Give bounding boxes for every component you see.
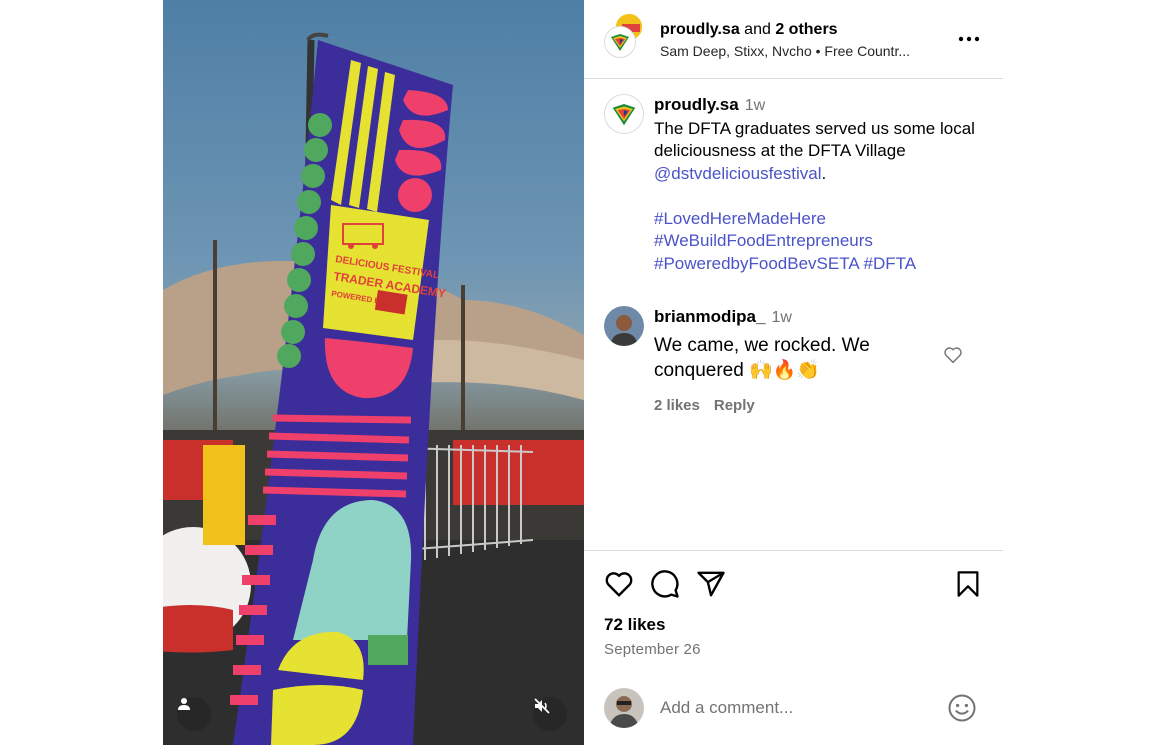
heart-icon — [605, 572, 633, 597]
emoji-button[interactable] — [947, 693, 977, 723]
muted-speaker-icon — [534, 698, 550, 714]
hashtag-link[interactable]: #DFTA — [863, 254, 916, 273]
current-user-avatar — [604, 688, 644, 728]
caption-hashtags: #LovedHereMadeHere #WeBuildFoodEntrepren… — [654, 208, 983, 276]
caption: proudly.sa 1w The DFTA graduates served u… — [604, 94, 983, 275]
comment-item: brianmodipa_ 1w We came, we rocked. We co… — [604, 306, 983, 417]
comment-text: We came, we rocked. We conquered 🙌🔥👏 — [654, 334, 870, 381]
caption-time: 1w — [744, 97, 766, 114]
hashtag-link[interactable]: #PoweredbyFoodBevSETA — [654, 254, 859, 273]
proudly-sa-logo-icon — [612, 104, 636, 126]
comment-button[interactable] — [650, 569, 680, 599]
proudly-sa-avatar — [604, 26, 636, 58]
tagged-users-button[interactable] — [177, 697, 211, 731]
user-icon — [178, 698, 190, 710]
mute-button[interactable] — [533, 697, 567, 731]
share-button[interactable] — [696, 570, 726, 598]
paper-plane-icon — [697, 571, 725, 597]
more-dots-icon — [958, 36, 980, 42]
caption-mention-link[interactable]: @dstvdeliciousfestival — [654, 164, 822, 183]
hashtag-link[interactable]: #WeBuildFoodEntrepreneurs — [654, 231, 873, 250]
collab-avatars[interactable] — [604, 12, 646, 60]
post-date[interactable]: September 26 — [604, 641, 983, 658]
like-comment-button[interactable] — [943, 346, 963, 369]
proudly-sa-logo-icon — [611, 34, 629, 51]
festival-banner-photo: DELICIOUS FESTIVAL TRADER ACADEMY POWERE… — [163, 32, 584, 745]
like-button[interactable] — [604, 570, 634, 598]
caption-avatar[interactable] — [604, 94, 644, 134]
post-likes-count[interactable]: 72 likes — [604, 615, 983, 635]
commenter-avatar[interactable] — [604, 306, 644, 346]
caption-text: The DFTA graduates served us some local … — [654, 118, 983, 186]
caption-body: The DFTA graduates served us some local … — [654, 118, 975, 161]
post-detail-panel: proudly.sa and 2 others Sam Deep, Stixx,… — [584, 0, 1003, 745]
header-title: proudly.sa and 2 others — [660, 20, 955, 40]
comment-likes[interactable]: 2 likes — [654, 397, 700, 414]
header-joiner: and — [744, 20, 771, 38]
smiley-icon — [948, 694, 976, 722]
more-options-button[interactable] — [955, 25, 983, 53]
bookmark-icon — [957, 571, 979, 597]
comment-input[interactable] — [660, 698, 947, 718]
comments-section: proudly.sa 1w The DFTA graduates served u… — [584, 80, 1003, 550]
save-button[interactable] — [955, 570, 981, 598]
comment-bubble-icon — [651, 570, 679, 598]
header-username[interactable]: proudly.sa — [660, 21, 740, 38]
heart-icon — [944, 347, 962, 364]
caption-period: . — [821, 163, 827, 183]
post-media[interactable]: DELICIOUS FESTIVAL TRADER ACADEMY POWERE… — [163, 0, 584, 745]
commenter-username[interactable]: brianmodipa_ — [654, 307, 765, 326]
comment-time: 1w — [771, 309, 792, 326]
post-actions: 72 likes September 26 — [584, 550, 1003, 658]
hashtag-link[interactable]: #LovedHereMadeHere — [654, 209, 826, 228]
header-collaborators[interactable]: Sam Deep, Stixx, Nvcho • Free Countr... — [660, 43, 950, 59]
post-header: proudly.sa and 2 others Sam Deep, Stixx,… — [584, 0, 1003, 79]
caption-username[interactable]: proudly.sa — [654, 95, 739, 114]
add-comment-bar — [604, 688, 983, 728]
reply-button[interactable]: Reply — [714, 397, 755, 414]
header-others[interactable]: 2 others — [775, 21, 837, 38]
